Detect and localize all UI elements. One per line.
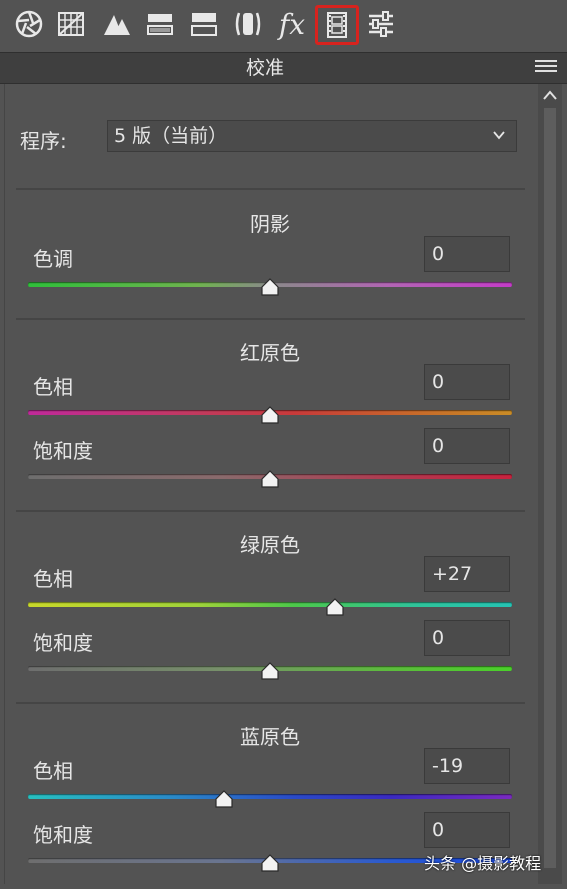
- shadows-tint-value[interactable]: 0: [424, 236, 510, 272]
- red-hue-label: 色相: [33, 375, 73, 399]
- shadows-tint-slider[interactable]: [28, 278, 512, 304]
- camera-calibration-icon[interactable]: [315, 5, 359, 45]
- blue-hue-label: 色相: [33, 759, 73, 783]
- section-title-green-primary: 绿原色: [240, 533, 300, 557]
- slider-thumb[interactable]: [260, 854, 280, 872]
- section-divider: [16, 702, 525, 704]
- detail-triangles-icon[interactable]: [100, 7, 134, 41]
- slider-track[interactable]: [28, 602, 512, 607]
- aperture-icon[interactable]: [12, 7, 46, 41]
- section-divider: [16, 318, 525, 320]
- slider-thumb[interactable]: [260, 406, 280, 424]
- blue-hue-value[interactable]: -19: [424, 748, 510, 784]
- blue-saturation-value[interactable]: 0: [424, 812, 510, 848]
- split-toning-icon[interactable]: [187, 7, 221, 41]
- scroll-up-icon[interactable]: [538, 84, 562, 106]
- slider-track[interactable]: [28, 794, 512, 799]
- panel-title: 校准: [245, 57, 284, 79]
- green-saturation-label: 饱和度: [33, 631, 93, 655]
- red-saturation-slider[interactable]: [28, 470, 512, 496]
- panel-header: 校准: [0, 52, 567, 84]
- slider-thumb[interactable]: [325, 598, 345, 616]
- slider-thumb[interactable]: [260, 470, 280, 488]
- section-title-shadows: 阴影: [250, 212, 290, 236]
- process-version-value: 5 版（当前）: [114, 125, 228, 147]
- lens-corrections-icon[interactable]: [231, 7, 265, 41]
- slider-thumb[interactable]: [260, 278, 280, 296]
- tone-curve-grid-icon[interactable]: [54, 7, 88, 41]
- section-divider: [16, 188, 525, 190]
- shadows-tint-label: 色调: [33, 247, 73, 271]
- green-saturation-value[interactable]: 0: [424, 620, 510, 656]
- panel-menu-icon[interactable]: [535, 60, 557, 76]
- presets-sliders-icon[interactable]: [364, 7, 398, 41]
- red-hue-value[interactable]: 0: [424, 364, 510, 400]
- process-label: 程序:: [20, 129, 67, 153]
- green-hue-value[interactable]: +27: [424, 556, 510, 592]
- fx-icon[interactable]: fx: [275, 7, 309, 41]
- fx-label: fx: [278, 7, 306, 41]
- green-saturation-slider[interactable]: [28, 662, 512, 688]
- green-hue-label: 色相: [33, 567, 73, 591]
- panel-scrollbar[interactable]: [538, 84, 562, 884]
- slider-thumb[interactable]: [214, 790, 234, 808]
- hsl-bars-icon[interactable]: [143, 7, 177, 41]
- section-divider: [16, 510, 525, 512]
- red-saturation-value[interactable]: 0: [424, 428, 510, 464]
- section-title-blue-primary: 蓝原色: [240, 725, 300, 749]
- scroll-track[interactable]: [544, 108, 556, 868]
- blue-saturation-label: 饱和度: [33, 823, 93, 847]
- chevron-down-icon: [493, 131, 505, 140]
- red-saturation-label: 饱和度: [33, 439, 93, 463]
- panel-toolbar: fx: [0, 0, 567, 50]
- watermark-text: 头条 @摄影教程: [424, 854, 542, 873]
- process-version-select[interactable]: 5 版（当前）: [107, 120, 517, 152]
- slider-thumb[interactable]: [260, 662, 280, 680]
- section-title-red-primary: 红原色: [240, 341, 300, 365]
